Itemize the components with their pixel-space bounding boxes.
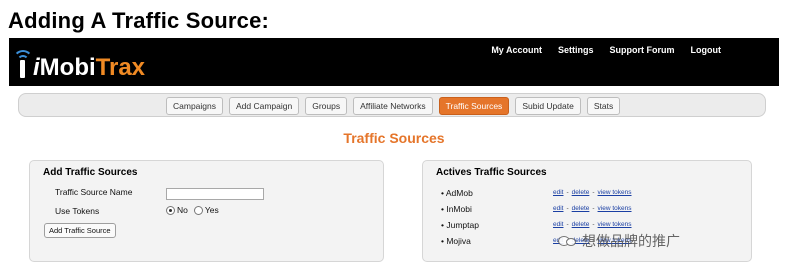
top-bar: i Mobi Trax My Account Settings Support …	[9, 38, 779, 86]
tab-campaigns[interactable]: Campaigns	[166, 97, 223, 115]
list-item: • AdMob edit - delete - view tokens	[441, 188, 741, 204]
logo-mobi: Mobi	[39, 54, 96, 81]
page-title: Traffic Sources	[343, 130, 445, 146]
my-account-link[interactable]: My Account	[491, 45, 542, 55]
chat-bubbles-icon	[558, 234, 578, 248]
logo-trax: Trax	[95, 54, 146, 81]
support-forum-link[interactable]: Support Forum	[610, 45, 675, 55]
source-name: • Mojiva	[441, 236, 471, 246]
tab-subid-update[interactable]: Subid Update	[515, 97, 581, 115]
separator: -	[592, 221, 595, 228]
active-panel-title: Actives Traffic Sources	[436, 167, 547, 178]
view-tokens-link[interactable]: view tokens	[598, 189, 632, 196]
delete-link[interactable]: delete	[572, 221, 590, 228]
settings-link[interactable]: Settings	[558, 45, 594, 55]
delete-link[interactable]: delete	[572, 205, 590, 212]
radio-no-label: No	[177, 205, 188, 215]
separator: -	[592, 189, 595, 196]
use-tokens-radio-group: No Yes	[166, 205, 219, 215]
traffic-source-name-input[interactable]	[166, 188, 264, 200]
watermark: 想做品牌的推广	[558, 231, 680, 251]
add-panel-title: Add Traffic Sources	[43, 167, 138, 178]
edit-link[interactable]: edit	[553, 189, 563, 196]
source-name: • Jumptap	[441, 220, 479, 230]
separator: -	[566, 221, 569, 228]
source-name: • InMobi	[441, 204, 472, 214]
source-name: • AdMob	[441, 188, 473, 198]
top-nav: My Account Settings Support Forum Logout	[491, 45, 721, 55]
list-item: • InMobi edit - delete - view tokens	[441, 204, 741, 220]
logo-i: i	[33, 54, 40, 81]
add-traffic-sources-panel: Add Traffic Sources Traffic Source Name …	[29, 160, 384, 262]
traffic-source-name-label: Traffic Source Name	[55, 187, 133, 197]
logout-link[interactable]: Logout	[691, 45, 722, 55]
tab-traffic-sources[interactable]: Traffic Sources	[438, 97, 510, 115]
tab-bar: Campaigns Add Campaign Groups Affiliate …	[18, 93, 766, 117]
use-tokens-yes-radio[interactable]: Yes	[193, 205, 219, 215]
add-traffic-source-button[interactable]: Add Traffic Source	[44, 223, 116, 238]
edit-link[interactable]: edit	[553, 205, 563, 212]
use-tokens-label: Use Tokens	[55, 206, 100, 216]
separator: -	[592, 205, 595, 212]
tab-groups[interactable]: Groups	[305, 97, 348, 115]
tab-stats[interactable]: Stats	[586, 97, 621, 115]
view-tokens-link[interactable]: view tokens	[598, 205, 632, 212]
radio-unselected-icon	[193, 205, 203, 215]
edit-link[interactable]: edit	[553, 221, 563, 228]
separator: -	[566, 205, 569, 212]
radio-selected-icon	[166, 205, 175, 215]
signal-icon	[13, 50, 33, 80]
imobitrax-logo[interactable]: i Mobi Trax	[13, 44, 146, 81]
separator: -	[566, 189, 569, 196]
tab-affiliate-networks[interactable]: Affiliate Networks	[353, 97, 433, 115]
tab-add-campaign[interactable]: Add Campaign	[229, 97, 300, 115]
view-tokens-link[interactable]: view tokens	[598, 221, 632, 228]
use-tokens-no-radio[interactable]: No	[166, 205, 188, 215]
radio-yes-label: Yes	[204, 205, 219, 215]
delete-link[interactable]: delete	[572, 189, 590, 196]
caption-heading: Adding A Traffic Source:	[8, 8, 270, 33]
watermark-text: 想做品牌的推广	[582, 233, 680, 249]
